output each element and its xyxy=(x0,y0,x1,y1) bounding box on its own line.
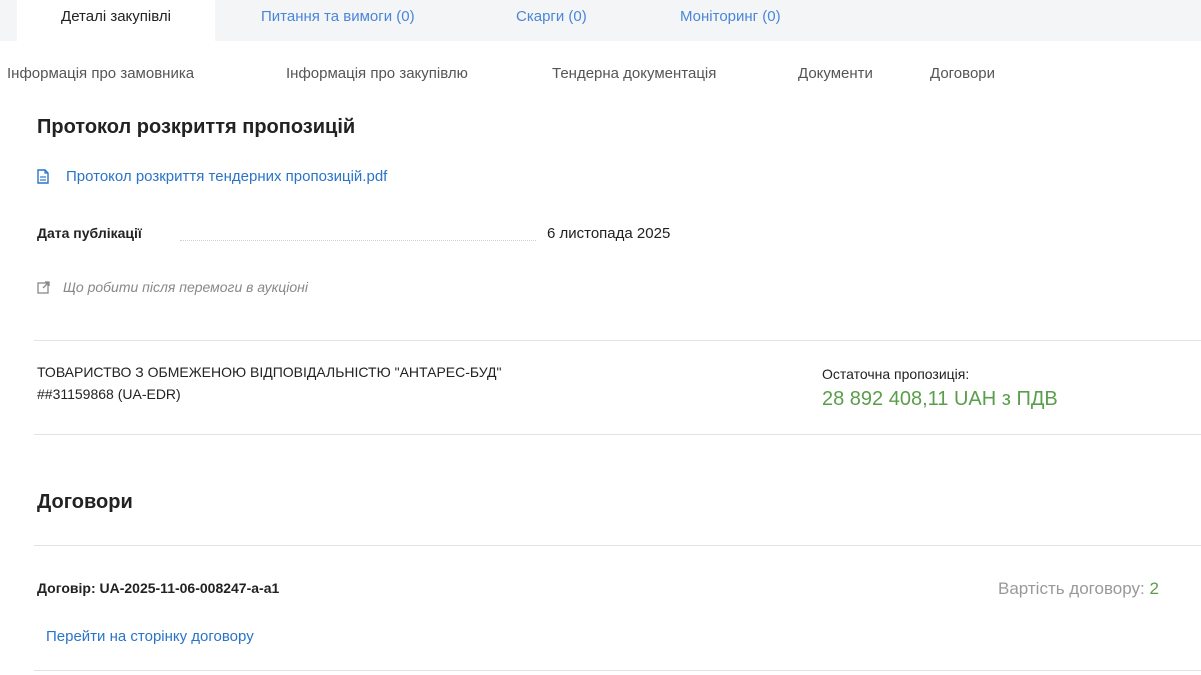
tab-questions-requirements[interactable]: Питання та вимоги (0) xyxy=(261,0,415,41)
divider xyxy=(34,670,1201,671)
protocol-file-link[interactable]: Протокол розкриття тендерних пропозицій.… xyxy=(37,168,387,185)
contract-cost-value: 2 xyxy=(1149,579,1159,598)
bidder-name: ТОВАРИСТВО З ОБМЕЖЕНОЮ ВІДПОВІДАЛЬНІСТЮ … xyxy=(37,364,502,380)
tab-monitoring[interactable]: Моніторинг (0) xyxy=(680,0,781,41)
after-auction-hint-link[interactable]: Що робити після перемоги в аукціоні xyxy=(37,279,308,295)
final-offer-value: 28 892 408,11 UAH з ПДВ xyxy=(822,388,1058,410)
contract-cost: Вартість договору: 2 xyxy=(998,579,1159,599)
tab-bar: Деталі закупівлі Питання та вимоги (0) С… xyxy=(0,0,1201,41)
tab-procurement-details[interactable]: Деталі закупівлі xyxy=(17,0,215,41)
contract-cost-label: Вартість договору: xyxy=(998,579,1150,598)
subnav-tender-docs[interactable]: Тендерна документація xyxy=(552,65,716,82)
contracts-title: Договори xyxy=(37,491,133,513)
protocol-file-name: Протокол розкриття тендерних пропозицій.… xyxy=(66,168,388,185)
document-icon xyxy=(37,169,49,184)
divider xyxy=(34,434,1201,435)
subnav-procurement-info[interactable]: Інформація про закупівлю xyxy=(286,65,468,82)
bidder-id: ##31159868 (UA-EDR) xyxy=(37,386,181,402)
publication-date-label: Дата публікації xyxy=(37,225,142,241)
subnav-contracts[interactable]: Договори xyxy=(930,65,995,82)
divider xyxy=(34,545,1201,546)
final-offer-label: Остаточна пропозиція: xyxy=(822,366,970,382)
contract-number: Договір: UA-2025-11-06-008247-a-a1 xyxy=(37,580,280,596)
after-auction-hint-text: Що робити після перемоги в аукціоні xyxy=(63,279,308,295)
subnav-documents[interactable]: Документи xyxy=(798,65,873,82)
open-contract-page-link[interactable]: Перейти на сторінку договору xyxy=(46,628,254,645)
subnav-customer-info[interactable]: Інформація про замовника xyxy=(7,65,194,82)
publication-date-value: 6 листопада 2025 xyxy=(547,225,671,242)
protocol-title: Протокол розкриття пропозицій xyxy=(37,116,356,138)
external-link-icon xyxy=(37,280,50,294)
divider xyxy=(34,340,1201,341)
tab-complaints[interactable]: Скарги (0) xyxy=(516,0,587,41)
dotted-leader xyxy=(180,240,536,241)
